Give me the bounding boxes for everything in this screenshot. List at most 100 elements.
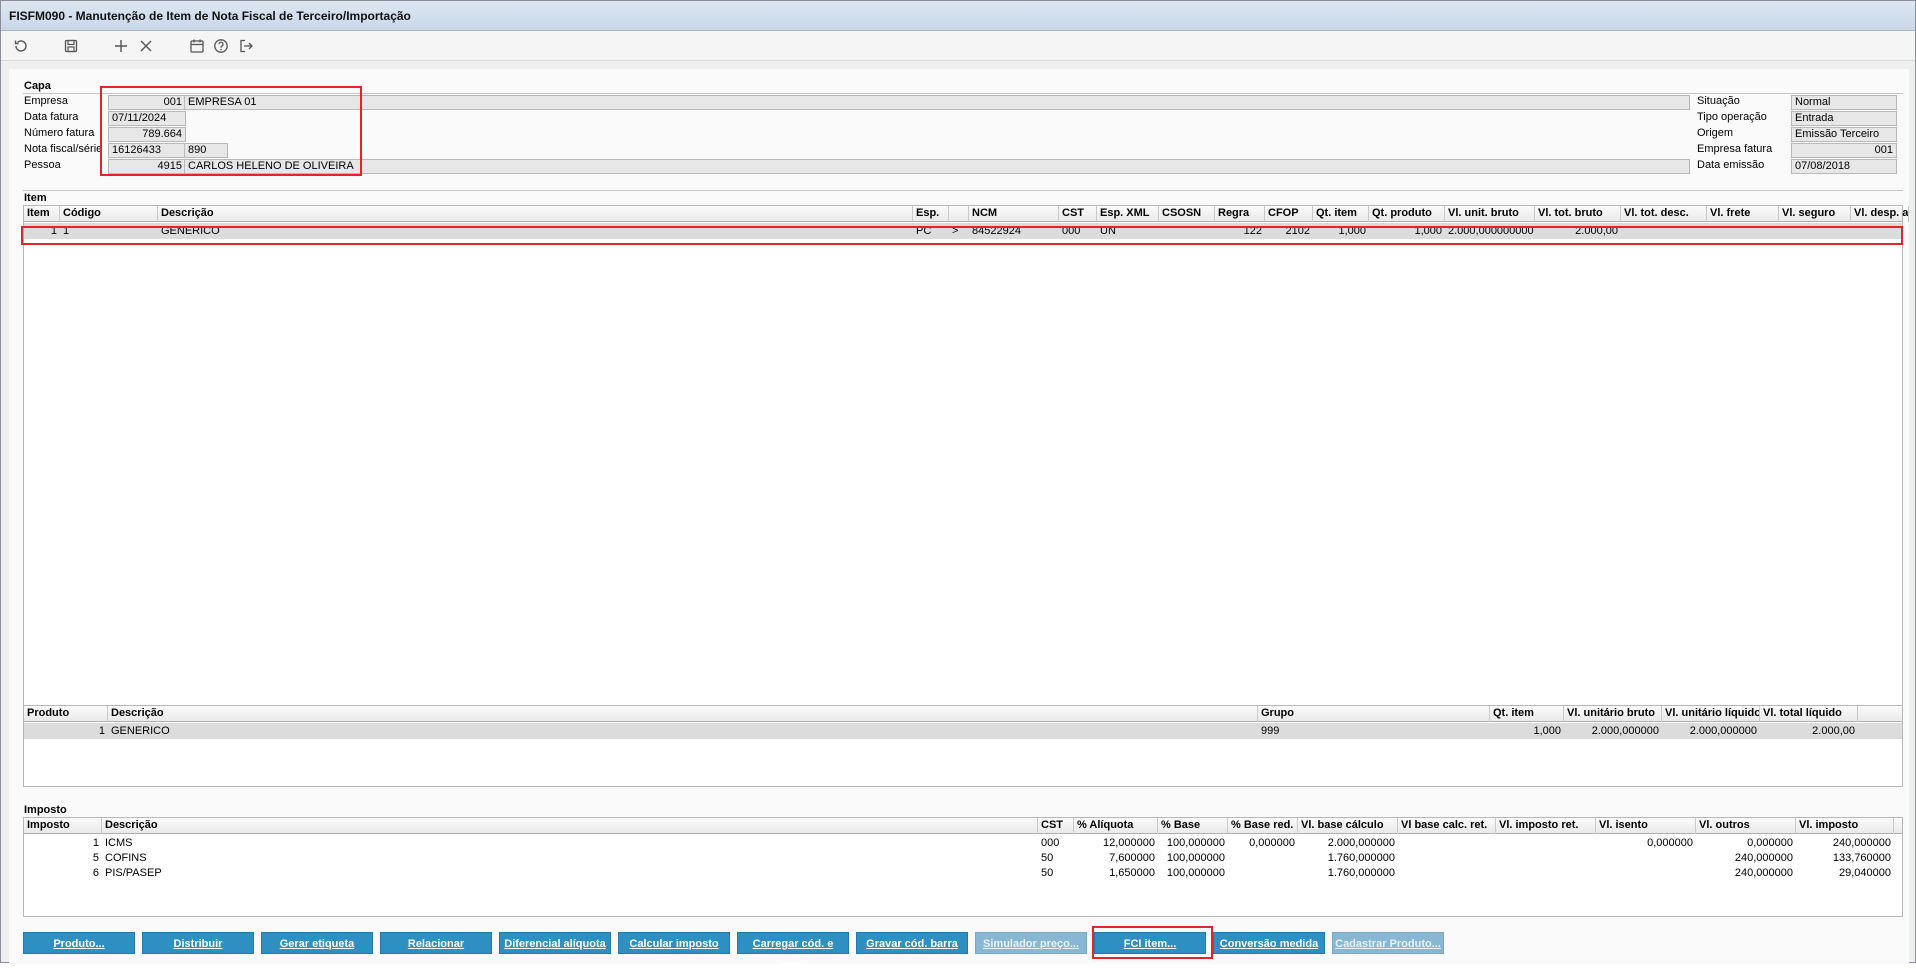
fci-item-button[interactable]: FCI item... <box>1094 932 1206 954</box>
table-cell: 12,000000 <box>1103 837 1155 849</box>
table-row[interactable]: 1 1 GENERICO PC >84522924 000 UN 122 2102 1,000 1,… <box>24 223 1902 239</box>
empresa-fatura-label: Empresa fatura <box>1697 143 1773 155</box>
table-row[interactable]: 6 PIS/PASEP 50 1,650000 100,000000 1.760,0000… <box>24 865 1902 881</box>
gerar-etiqueta-button[interactable]: Gerar etiqueta <box>261 932 373 954</box>
table-cell: 1 <box>92 837 99 849</box>
table-cell <box>1159 223 1215 239</box>
column-header[interactable]: Qt. item <box>1313 206 1369 222</box>
window-title: FISFM090 - Manutenção de Item de Nota Fi… <box>1 1 1915 31</box>
table-cell: COFINS <box>105 852 147 864</box>
column-header[interactable] <box>949 206 969 222</box>
gravar-c-d-barra-button[interactable]: Gravar cód. barra <box>856 932 968 954</box>
exit-icon[interactable] <box>236 36 256 56</box>
column-header[interactable]: Descrição <box>108 706 1258 722</box>
column-header[interactable]: Esp. XML <box>1097 206 1159 222</box>
table-cell <box>1596 850 1696 866</box>
column-header[interactable]: Vl. tot. bruto <box>1535 206 1621 222</box>
table-cell: 0,000000 <box>1647 837 1693 849</box>
origem-field: Emissão Terceiro <box>1791 127 1897 142</box>
column-header[interactable]: Código <box>60 206 158 222</box>
column-header[interactable]: Esp. <box>913 206 949 222</box>
table-cell: GENERICO <box>111 725 170 737</box>
column-header[interactable]: Vl. unitário bruto <box>1564 706 1662 722</box>
column-header[interactable]: Vl. frete <box>1707 206 1779 222</box>
column-header[interactable]: Vl. isento <box>1596 818 1696 834</box>
produto-button[interactable]: Produto... <box>23 932 135 954</box>
table-cell: 240,000000 <box>1734 852 1793 864</box>
help-icon[interactable] <box>211 36 231 56</box>
column-header[interactable]: Vl. imposto <box>1796 818 1894 834</box>
imposto-title: Imposto <box>24 804 67 816</box>
column-header[interactable]: Vl. desp. ac. <box>1851 206 1909 222</box>
table-cell <box>1398 835 1496 851</box>
save-icon[interactable] <box>61 36 81 56</box>
convers-o-medida-button[interactable]: Conversão medida <box>1213 932 1325 954</box>
column-header[interactable]: Imposto <box>24 818 102 834</box>
column-header[interactable]: Produto <box>24 706 108 722</box>
column-header[interactable]: Vl. unitário líquido <box>1662 706 1760 722</box>
column-header[interactable]: Vl. imposto ret. <box>1496 818 1596 834</box>
column-header[interactable]: Vl base calc. ret. <box>1398 818 1496 834</box>
add-icon[interactable] <box>111 36 131 56</box>
table-row[interactable]: 5 COFINS 50 7,600000 100,000000 1.760,000000 2… <box>24 850 1902 866</box>
column-header[interactable]: Qt. produto <box>1369 206 1445 222</box>
situacao-label: Situação <box>1697 95 1740 107</box>
column-header[interactable]: % Base red. <box>1228 818 1298 834</box>
table-cell: 2.000,00 <box>1575 225 1618 237</box>
refresh-icon[interactable] <box>11 36 31 56</box>
table-cell: 1,000 <box>1533 725 1561 737</box>
column-header[interactable]: Descrição <box>158 206 913 222</box>
column-header[interactable]: Vl. tot. desc. <box>1621 206 1707 222</box>
column-header[interactable]: CST <box>1038 818 1074 834</box>
table-cell: PIS/PASEP <box>105 867 162 879</box>
column-header[interactable]: % Base <box>1158 818 1228 834</box>
delete-icon[interactable] <box>136 36 156 56</box>
column-header[interactable]: NCM <box>969 206 1059 222</box>
distribuir-button[interactable]: Distribuir <box>142 932 254 954</box>
column-header[interactable]: CSOSN <box>1159 206 1215 222</box>
numero-fatura-field[interactable]: 789.664 <box>108 127 186 142</box>
column-header[interactable]: Item <box>24 206 60 222</box>
table-cell: 2.000,000000000 <box>1448 225 1534 237</box>
table-cell: 50 <box>1041 867 1054 879</box>
column-header[interactable]: Qt. item <box>1490 706 1564 722</box>
imposto-grid-header: Imposto Descrição CST% Alíquota% Base% Bas… <box>24 818 1902 834</box>
simulador-pre-o-button[interactable]: Simulador preço... <box>975 932 1087 954</box>
table-cell <box>1228 865 1298 881</box>
column-header[interactable]: CST <box>1059 206 1097 222</box>
column-header[interactable]: Vl. base cálculo <box>1298 818 1398 834</box>
diferencial-al-quota-button[interactable]: Diferencial alíquota <box>499 932 611 954</box>
table-cell: 240,000000 <box>1734 867 1793 879</box>
column-header[interactable]: Descrição <box>102 818 1038 834</box>
table-cell: GENERICO <box>161 225 220 237</box>
column-header[interactable]: Regra <box>1215 206 1265 222</box>
table-cell: 0,000000 <box>1747 837 1793 849</box>
table-cell: 999 <box>1261 725 1280 737</box>
column-header[interactable]: Vl. unit. bruto <box>1445 206 1535 222</box>
carregar-c-d-e-desc-button[interactable]: Carregar cód. e desc. <box>737 932 849 972</box>
calcular-imposto-button[interactable]: Calcular imposto <box>618 932 730 954</box>
table-row[interactable]: 1 GENERICO 999 1,000 2.000,000000 2.000,00000… <box>24 723 1902 739</box>
pessoa-code-field[interactable]: 4915 <box>108 159 186 174</box>
table-row[interactable]: 1 ICMS 000 12,000000 100,000000 0,000000 2.000… <box>24 835 1902 851</box>
empresa-code-field[interactable]: 001 <box>108 95 186 110</box>
table-cell: 100,000000 <box>1166 837 1225 849</box>
table-cell: 1.760,000000 <box>1327 867 1395 879</box>
column-header[interactable]: Vl. outros <box>1696 818 1796 834</box>
column-header[interactable]: Grupo <box>1258 706 1490 722</box>
nota-serie-field[interactable]: 890 <box>184 143 228 158</box>
cadastrar-produto-button[interactable]: Cadastrar Produto... <box>1332 932 1444 954</box>
column-header[interactable]: CFOP <box>1265 206 1313 222</box>
column-header[interactable]: Vl. seguro <box>1779 206 1851 222</box>
column-header[interactable]: % Alíquota <box>1074 818 1158 834</box>
table-cell: 2.000,00 <box>1812 725 1855 737</box>
nota-numero-field[interactable]: 16126433 <box>108 143 186 158</box>
data-fatura-field[interactable]: 07/11/2024 <box>108 111 186 126</box>
relacionar-button[interactable]: Relacionar <box>380 932 492 954</box>
empresa-name-field: EMPRESA 01 <box>184 95 1690 110</box>
table-cell: 1 <box>50 225 57 237</box>
column-header[interactable]: Vl. total líquido <box>1760 706 1858 722</box>
table-cell <box>1496 850 1596 866</box>
data-fatura-label: Data fatura <box>24 111 79 123</box>
calendar-icon[interactable] <box>187 36 207 56</box>
